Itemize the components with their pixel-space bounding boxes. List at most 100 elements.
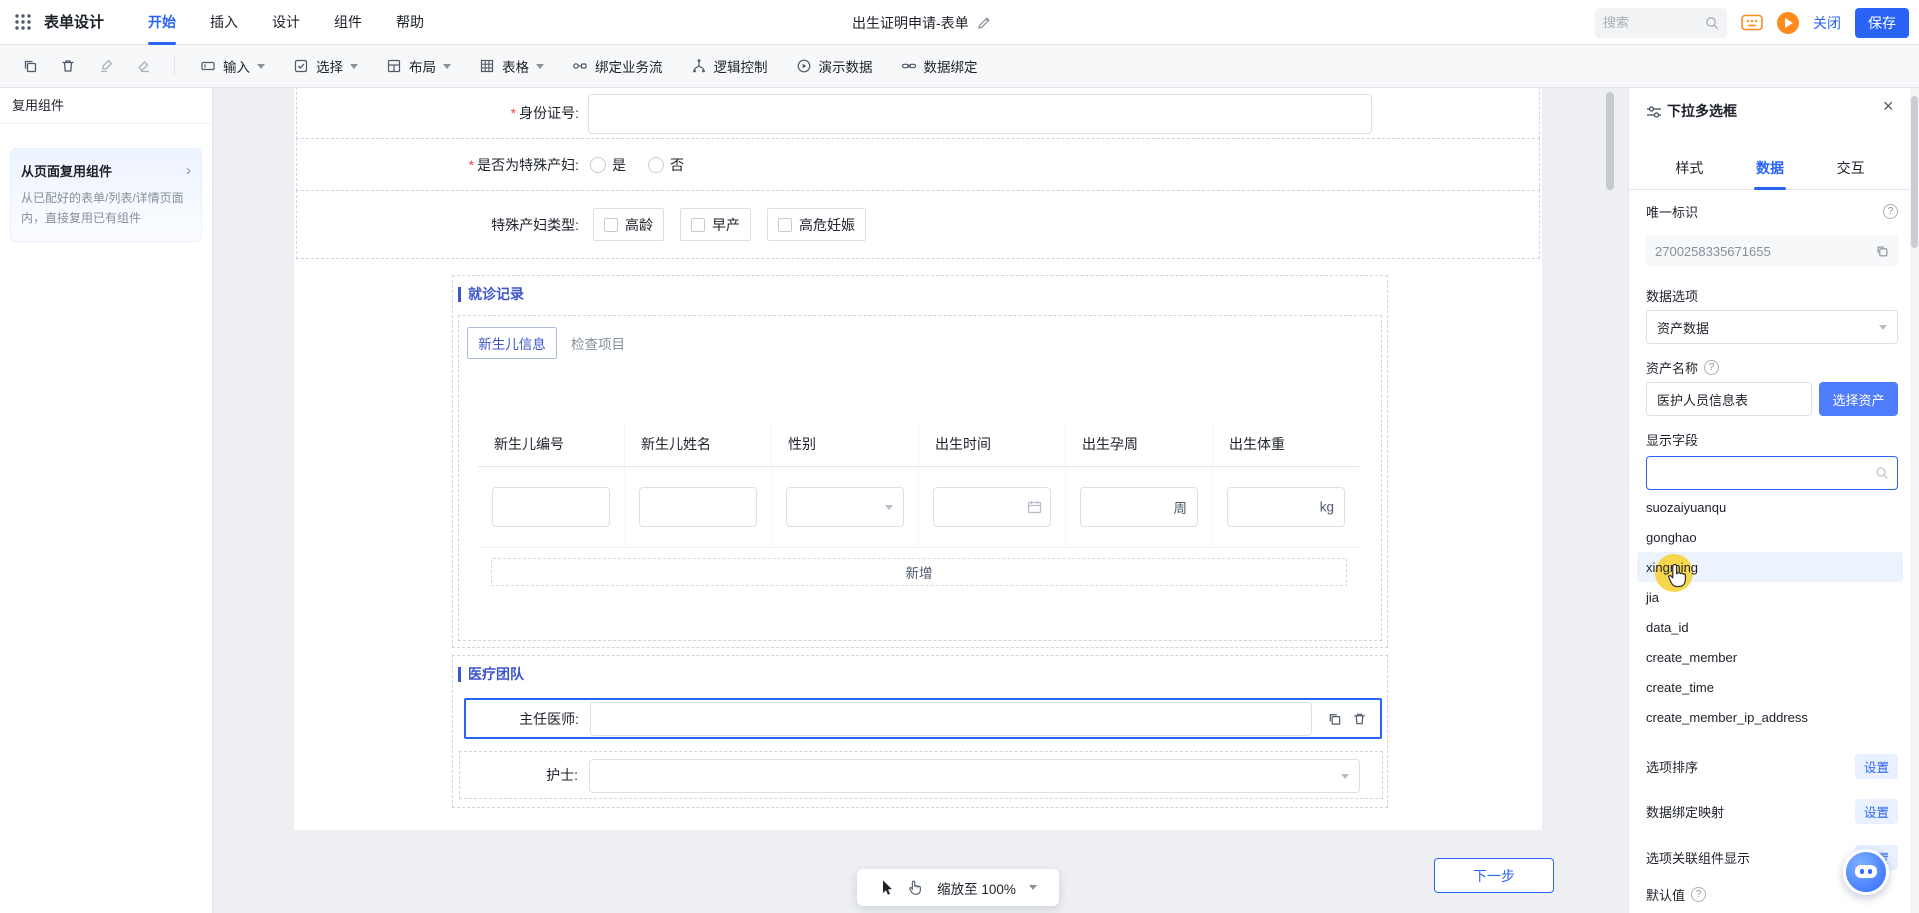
toolbar-bind-flow-button[interactable]: 绑定业务流 <box>561 50 674 82</box>
next-step-button[interactable]: 下一步 <box>1434 858 1554 893</box>
nurse-field[interactable]: 护士: <box>459 751 1383 799</box>
hand-tool-icon[interactable] <box>908 879 924 896</box>
topbar-search-input[interactable] <box>1603 15 1705 30</box>
assistant-avatar[interactable] <box>1843 849 1889 895</box>
newborn-name-input[interactable] <box>639 487 757 527</box>
topbar-search-box[interactable] <box>1595 7 1727 38</box>
list-item-create-time[interactable]: create_time <box>1637 672 1903 702</box>
tab-style[interactable]: 样式 <box>1675 146 1703 190</box>
special-mother-field[interactable]: * 是否为特殊产妇: 是 否 <box>296 138 1540 191</box>
nurse-select[interactable] <box>589 759 1360 793</box>
toolbar-layout-button[interactable]: 布局 <box>375 50 462 82</box>
menu-item-design[interactable]: 设计 <box>272 0 300 45</box>
add-row-button[interactable]: 新增 <box>491 558 1347 586</box>
radio-no[interactable]: 否 <box>648 155 684 175</box>
asset-name-input[interactable]: 医护人员信息表 <box>1646 382 1812 416</box>
select-asset-button[interactable]: 选择资产 <box>1819 382 1898 416</box>
checkbox-option-advanced-age[interactable]: 高龄 <box>593 208 664 241</box>
toolbar-table-button[interactable]: 表格 <box>468 50 555 82</box>
mouse-hand-cursor <box>1667 562 1690 589</box>
zoom-level-label[interactable]: 缩放至 100% <box>937 878 1016 898</box>
visit-tabs-component[interactable]: 新生儿信息 检查项目 新生儿编号 新生儿姓名 性别 出生时间 出生孕周 出生体重 <box>458 315 1382 641</box>
newborn-number-input[interactable] <box>492 487 610 527</box>
data-binding-map-settings-button[interactable]: 设置 <box>1854 799 1898 824</box>
menu-item-help[interactable]: 帮助 <box>396 0 424 45</box>
birth-time-date-picker[interactable] <box>933 487 1051 527</box>
toolbar-demo-data-button[interactable]: 演示数据 <box>785 50 884 82</box>
list-item-create-member-ip[interactable]: create_member_ip_address <box>1637 702 1903 732</box>
checkbox-option-premature[interactable]: 早产 <box>680 208 751 241</box>
window-scrollbar-thumb[interactable] <box>1911 96 1918 248</box>
reuse-from-page-card[interactable]: 从页面复用组件 › 从已配好的表单/列表/详情页面内，直接复用已有组件 <box>10 148 202 242</box>
canvas-scrollbar[interactable] <box>1606 92 1614 909</box>
cursor-tool-icon[interactable] <box>879 879 895 896</box>
eraser-icon[interactable] <box>128 50 160 82</box>
chevron-down-icon[interactable] <box>1028 885 1037 890</box>
chevron-down-icon <box>257 63 265 69</box>
birth-weight-input[interactable]: kg <box>1227 487 1345 527</box>
id-number-input[interactable] <box>588 94 1372 134</box>
rename-pencil-icon[interactable] <box>977 16 991 30</box>
asset-name-row: 资产名称 ? <box>1646 358 1898 377</box>
gender-select[interactable] <box>786 487 904 527</box>
toolbar-data-binding-button[interactable]: 数据绑定 <box>890 50 989 82</box>
delete-icon[interactable] <box>52 50 84 82</box>
close-link[interactable]: 关闭 <box>1813 13 1841 33</box>
toolbar-select-button[interactable]: 选择 <box>282 50 369 82</box>
visit-records-section[interactable]: 就诊记录 新生儿信息 检查项目 新生儿编号 新生儿姓名 性别 出生时间 出生孕周… <box>452 275 1388 648</box>
list-item-suozaiyuanqu[interactable]: suozaiyuanqu <box>1637 492 1903 522</box>
list-item-gonghao[interactable]: gonghao <box>1637 522 1903 552</box>
toolbar-logic-button[interactable]: 逻辑控制 <box>680 50 779 82</box>
shortcut-keyboard-icon[interactable] <box>1741 14 1763 31</box>
special-mother-label: * 是否为特殊产妇: <box>468 156 579 173</box>
help-icon[interactable]: ? <box>1691 887 1707 902</box>
form-canvas[interactable]: * 身份证号: * 是否为特殊产妇: 是 否 特殊产妇类型: 高龄 早产 高危妊娠 <box>213 88 1628 913</box>
special-mother-type-field[interactable]: 特殊产妇类型: 高龄 早产 高危妊娠 <box>296 190 1540 259</box>
apps-grid-icon[interactable] <box>14 13 32 31</box>
tab-check-items[interactable]: 检查项目 <box>571 327 625 359</box>
checkbox-option-high-risk[interactable]: 高危妊娠 <box>767 208 866 241</box>
panel-title: 下拉多选框 <box>1667 103 1737 119</box>
chief-physician-field-selected[interactable]: 主任医师: <box>464 698 1382 739</box>
list-item-data-id[interactable]: data_id <box>1637 612 1903 642</box>
menu-item-insert[interactable]: 插入 <box>210 0 238 45</box>
option-sort-settings-button[interactable]: 设置 <box>1854 754 1898 779</box>
radio-yes[interactable]: 是 <box>590 155 626 175</box>
data-source-select[interactable]: 资产数据 <box>1646 310 1898 344</box>
copy-icon[interactable] <box>14 50 46 82</box>
format-brush-icon[interactable] <box>90 50 122 82</box>
toolbar: 输入 选择 布局 表格 绑定业务流 逻辑控制 演示数据 数据绑定 <box>0 45 1919 88</box>
id-number-field[interactable]: * 身份证号: <box>296 88 1540 139</box>
checkbox <box>691 217 705 232</box>
window-scrollbar[interactable] <box>1910 88 1919 913</box>
copy-id-icon[interactable] <box>1875 244 1889 258</box>
canvas-scrollbar-thumb[interactable] <box>1606 92 1614 190</box>
list-item-create-member[interactable]: create_member <box>1637 642 1903 672</box>
menu-item-start[interactable]: 开始 <box>148 0 176 45</box>
close-icon[interactable]: × <box>1883 97 1894 115</box>
menu-item-component[interactable]: 组件 <box>334 0 362 45</box>
table-icon <box>479 58 495 74</box>
data-options-row: 数据选项 <box>1646 286 1898 305</box>
reuse-card-title: 从页面复用组件 <box>21 164 113 179</box>
chevron-down-icon <box>1341 774 1349 779</box>
help-icon[interactable]: ? <box>1704 360 1720 375</box>
help-icon[interactable]: ? <box>1883 204 1898 219</box>
gestation-week-input[interactable]: 周 <box>1080 487 1198 527</box>
sidebar-title: 复用组件 <box>0 88 212 124</box>
column-header: 出生时间 <box>919 423 1066 466</box>
save-button[interactable]: 保存 <box>1855 7 1909 38</box>
tab-data[interactable]: 数据 <box>1756 146 1784 190</box>
tab-newborn-info[interactable]: 新生儿信息 <box>467 327 557 359</box>
delete-component-icon[interactable] <box>1352 711 1367 726</box>
search-icon <box>1705 16 1719 30</box>
chief-physician-select[interactable] <box>590 701 1312 736</box>
form-sheet: * 身份证号: * 是否为特殊产妇: 是 否 特殊产妇类型: 高龄 早产 高危妊娠 <box>294 88 1542 830</box>
tab-interaction[interactable]: 交互 <box>1837 146 1865 190</box>
tutorial-play-icon[interactable] <box>1777 11 1799 34</box>
duplicate-component-icon[interactable] <box>1327 711 1342 726</box>
kg-suffix: kg <box>1319 499 1334 515</box>
medical-team-section[interactable]: 医疗团队 主任医师: 护士: <box>452 655 1388 808</box>
display-field-search-input[interactable] <box>1646 456 1898 490</box>
toolbar-input-button[interactable]: 输入 <box>189 50 276 82</box>
